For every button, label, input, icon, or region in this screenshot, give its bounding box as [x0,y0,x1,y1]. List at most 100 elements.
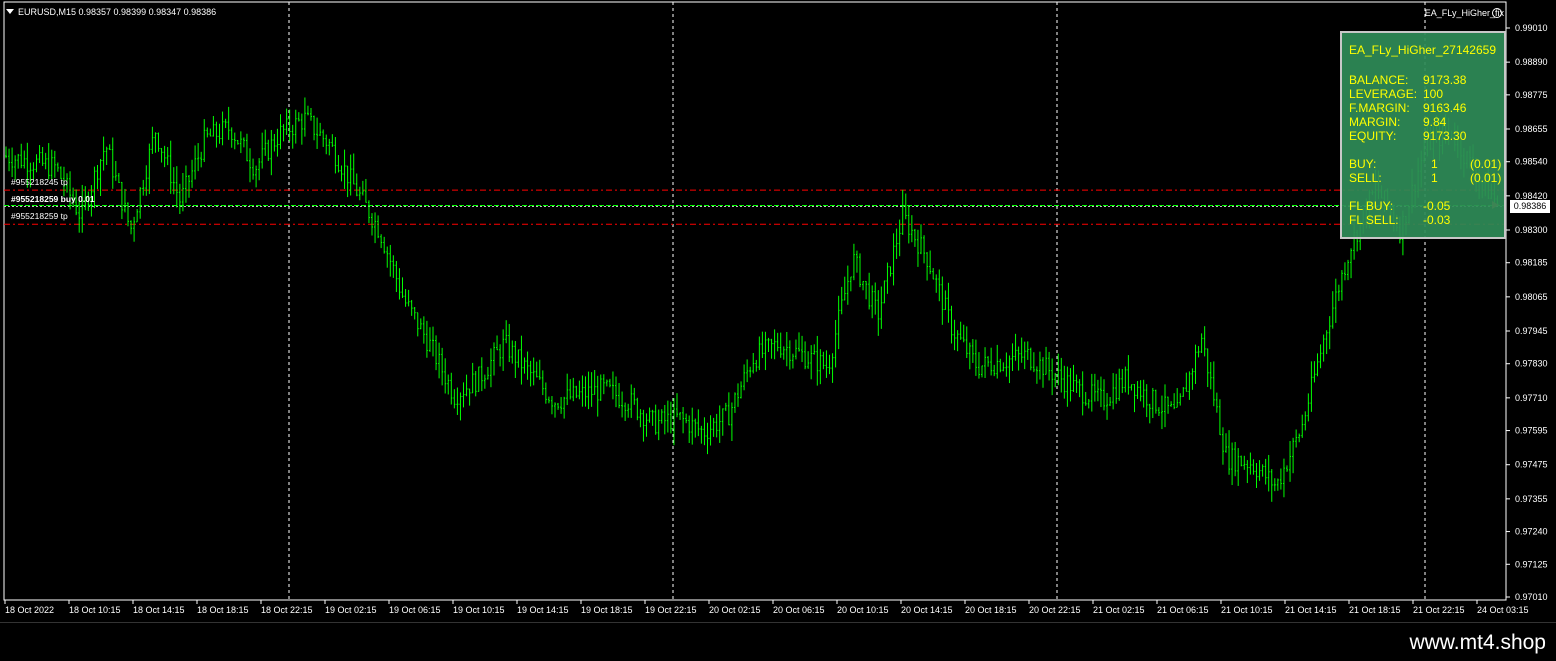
candle-96 [297,112,300,122]
candle-409 [1252,459,1255,475]
candle-298 [913,228,916,247]
buy-count: 1 [1431,157,1438,171]
candle-47 [148,143,151,195]
candle-107 [331,134,334,147]
candle-309 [947,282,950,323]
x-tick-label-7: 19 Oct 10:15 [453,605,505,615]
price-chart[interactable]: 0.990100.988900.987750.986550.985400.984… [0,0,1556,622]
candle-413 [1264,458,1267,485]
candle-273 [837,295,840,350]
candle-379 [1160,395,1163,430]
candle-104 [322,129,325,147]
candle-177 [544,382,547,404]
candle-154 [474,370,477,397]
candle-199 [611,371,614,400]
candle-12 [41,146,44,166]
candle-337 [1032,352,1035,373]
candle-167 [514,341,517,379]
candle-288 [883,280,886,304]
y-tick-label-16: 0.97125 [1515,559,1548,569]
candle-423 [1295,429,1298,448]
candle-226 [694,418,697,438]
dropdown-triangle-icon[interactable] [6,9,14,14]
chart-window[interactable]: 0.99010 0.98890 0.98775 0.98655 0.98540 0.984… [0,0,1556,622]
candle-181 [557,402,560,410]
candle-84 [261,132,264,169]
candle-254 [779,332,782,358]
candle-64 [200,151,203,168]
candle-211 [648,407,651,423]
candle-232 [712,417,715,437]
candle-370 [1133,384,1136,413]
candle-36 [114,160,117,181]
website-watermark: www.mt4.shop [1409,631,1546,654]
candle-414 [1267,454,1270,492]
candle-401 [1228,430,1231,475]
candle-431 [1319,344,1322,369]
y-tick-label-17: 0.97010 [1515,592,1548,602]
candle-403 [1234,441,1237,477]
candle-31 [99,158,102,196]
candle-410 [1255,463,1258,489]
candle-382 [1170,401,1173,407]
candle-71 [221,111,224,146]
candle-346 [1060,357,1063,393]
candle-258 [791,353,794,369]
candle-148 [456,387,459,415]
candle-328 [1005,352,1008,377]
candle-145 [447,374,450,395]
candle-363 [1112,373,1115,410]
candle-418 [1279,468,1282,490]
x-tick-label-17: 21 Oct 02:15 [1093,605,1145,615]
candle-206 [633,387,636,405]
candle-335 [1026,341,1029,360]
candle-420 [1286,465,1288,472]
candle-34 [108,144,111,151]
candle-267 [819,349,822,385]
candle-336 [1029,347,1032,371]
candle-99 [306,105,309,116]
candle-349 [1069,368,1072,402]
x-tick-label-12: 20 Oct 06:15 [773,605,825,615]
candle-144 [444,358,447,394]
candle-213 [654,404,657,435]
candle-6 [23,150,26,169]
candle-385 [1179,393,1182,406]
candle-416 [1273,478,1276,492]
candle-98 [303,97,306,137]
candle-305 [935,274,938,293]
candle-216 [663,404,666,435]
y-tick-label-12: 0.97595 [1515,426,1548,436]
candle-246 [755,359,758,372]
candle-260 [798,332,800,352]
candle-5 [20,143,23,169]
candle-52 [163,145,166,168]
candle-389 [1191,368,1194,390]
candle-344 [1054,372,1057,388]
candle-357 [1093,373,1096,402]
fl-buy-value: -0.05 [1423,199,1451,213]
candle-291 [892,233,895,286]
candle-140 [432,326,434,357]
balance-label: BALANCE: [1349,73,1409,87]
candle-433 [1325,330,1328,355]
candle-46 [145,165,148,196]
candle-253 [776,332,779,352]
equity-label: EQUITY: [1349,129,1397,143]
candle-295 [904,193,907,220]
candle-360 [1103,379,1105,411]
candle-74 [230,127,233,148]
candle-264 [810,345,813,380]
x-tick-label-15: 20 Oct 18:15 [965,605,1017,615]
candle-217 [666,400,669,433]
candle-159 [489,348,492,388]
candle-306 [938,269,941,302]
x-tick-label-16: 20 Oct 22:15 [1029,605,1081,615]
candle-146 [450,372,453,405]
plot-frame [3,1,1507,601]
candle-235 [721,408,724,436]
candle-83 [258,158,261,181]
candle-437 [1337,284,1340,302]
candle-438 [1340,270,1343,301]
candle-50 [157,132,160,152]
